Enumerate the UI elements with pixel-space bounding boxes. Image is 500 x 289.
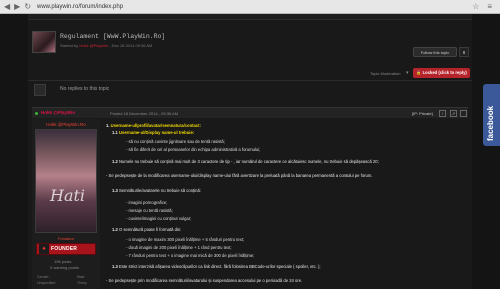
rule-bullet: - o imagine de maxim 300 pixeli înălțime…: [126, 237, 245, 242]
browser-toolbar: ◀ ▶ ↻ www.playwin.ro/forum/index.php ☆ ≡: [0, 0, 500, 14]
sidebar-author-name[interactable]: Hokk @PlayWin.Ro: [34, 122, 98, 127]
avatar-signature: Hati: [50, 186, 86, 205]
started-by-label: Started by: [60, 43, 79, 48]
topic-moderation-link[interactable]: Topic Moderation: [370, 71, 400, 76]
author-warning-points: 0 warning points: [50, 265, 80, 270]
thread-avatar[interactable]: [32, 31, 56, 53]
online-status-icon: [35, 111, 38, 115]
rule-item: 1.3 Este strict interzisă afișarea video…: [112, 264, 321, 269]
forward-arrow-icon[interactable]: ▶: [14, 0, 20, 14]
author-avatar[interactable]: Hati: [35, 129, 97, 233]
url-field[interactable]: www.playwin.ro/forum/index.php: [37, 0, 123, 14]
page: Regulament [WwW.PlayWin.Ro] Started by H…: [0, 14, 500, 289]
gender-label: Gender :: [37, 275, 51, 279]
checkbox-icon[interactable]: [460, 109, 467, 117]
share-icon[interactable]: ⇗: [450, 109, 457, 117]
gender-value: Unspecified: [37, 281, 56, 285]
top-strip: [28, 14, 472, 20]
thread-title: Regulament [WwW.PlayWin.Ro]: [60, 33, 166, 40]
thread-date: , Dec 18 2014 09:36 AM: [109, 43, 153, 48]
rule-penalty: - Se pedepsește de la modificarea userna…: [106, 173, 373, 178]
rule-item: 1.3 Semnăturile/avatarele nu trebuie să …: [112, 188, 201, 193]
reload-icon[interactable]: ↻: [24, 0, 31, 14]
rule-item: 1.2 O semnătură poate fi formată din:: [112, 227, 182, 232]
back-arrow-icon[interactable]: ◀: [4, 0, 10, 14]
locked-button[interactable]: 🔒 Locked (click to reply): [413, 68, 470, 78]
lock-icon: 🔒: [416, 70, 422, 75]
dropdown-arrow-icon[interactable]: ▾: [406, 70, 409, 76]
post-author-sidebar: Hokk @PlayWin.Ro Hati Fondator ♠ FOUNDER…: [32, 119, 100, 289]
rule-bullet: - două imagini de 200 pixeli înălțime + …: [126, 245, 232, 250]
rule-subheading: 1.1 Username-ul/Display name-ul trebuie:: [112, 130, 195, 135]
thread-author-link[interactable]: Hokk @PlayWin: [79, 43, 108, 48]
menu-icon[interactable]: ≡: [487, 0, 492, 14]
report-icon[interactable]: !: [439, 109, 446, 117]
location-value: Thiruy: [77, 281, 87, 285]
rule-penalty: - Se pedepsește prin modificarea semnătu…: [106, 278, 303, 283]
follow-topic-button[interactable]: Follow this topic: [413, 47, 457, 57]
header-divider: [28, 80, 472, 81]
author-post-count: 196 posts: [54, 259, 72, 264]
rule-item: 1.2 Numele nu trebuie să conțină mai mul…: [112, 159, 379, 164]
reply-icon: [34, 84, 46, 96]
rule-bullet: - 7 rânduri pentru text + o imagine mai …: [126, 253, 255, 258]
locked-label: Locked (click to reply): [422, 70, 467, 75]
rank-logo-icon: ♠: [39, 244, 49, 254]
ip-privacy: [IP: Private]: [412, 110, 433, 116]
post-author-link[interactable]: Hokk @PlayWin: [41, 110, 75, 115]
forum-container: Regulament [WwW.PlayWin.Ro] Started by H…: [28, 14, 472, 289]
rule-bullet: - mesaje cu tentă rasistă;: [126, 208, 173, 213]
rank-badge: ♠ FOUNDER: [36, 243, 96, 255]
bookmark-icon[interactable]: ☆: [472, 0, 479, 14]
facebook-tab[interactable]: facebook: [483, 84, 500, 146]
rule-bullet: - cuvinte/imagini cu conținut vulgar;: [126, 216, 192, 221]
location-label: Male: [77, 275, 85, 279]
author-role: Fondator: [57, 236, 74, 241]
rank-badge-label: FOUNDER: [51, 246, 78, 252]
facebook-label: facebook: [486, 105, 495, 141]
rule-heading: 1. Username-ul/profil/avatar/semnatura/c…: [106, 123, 201, 128]
no-replies-text: No replies to this topic: [60, 86, 110, 92]
rule-bullet: - să nu conțină cuvinte jignitoare sau d…: [126, 139, 225, 144]
follow-count: 8: [459, 47, 469, 57]
post-header: Hokk @PlayWin Posted 18 December 2014 - …: [32, 107, 468, 118]
thread-meta: Started by Hokk @PlayWin , Dec 18 2014 0…: [60, 43, 152, 48]
rule-bullet: - imagini pornografice;: [126, 200, 168, 205]
rule-bullet: - să fie diferit de cel al persoanelor d…: [126, 147, 261, 152]
post-date: Posted 18 December 2014 - 09:36 AM: [110, 110, 179, 116]
post-content: 1. Username-ul/profil/avatar/semnatura/c…: [106, 123, 468, 289]
replies-row: No replies to this topic: [32, 83, 472, 99]
